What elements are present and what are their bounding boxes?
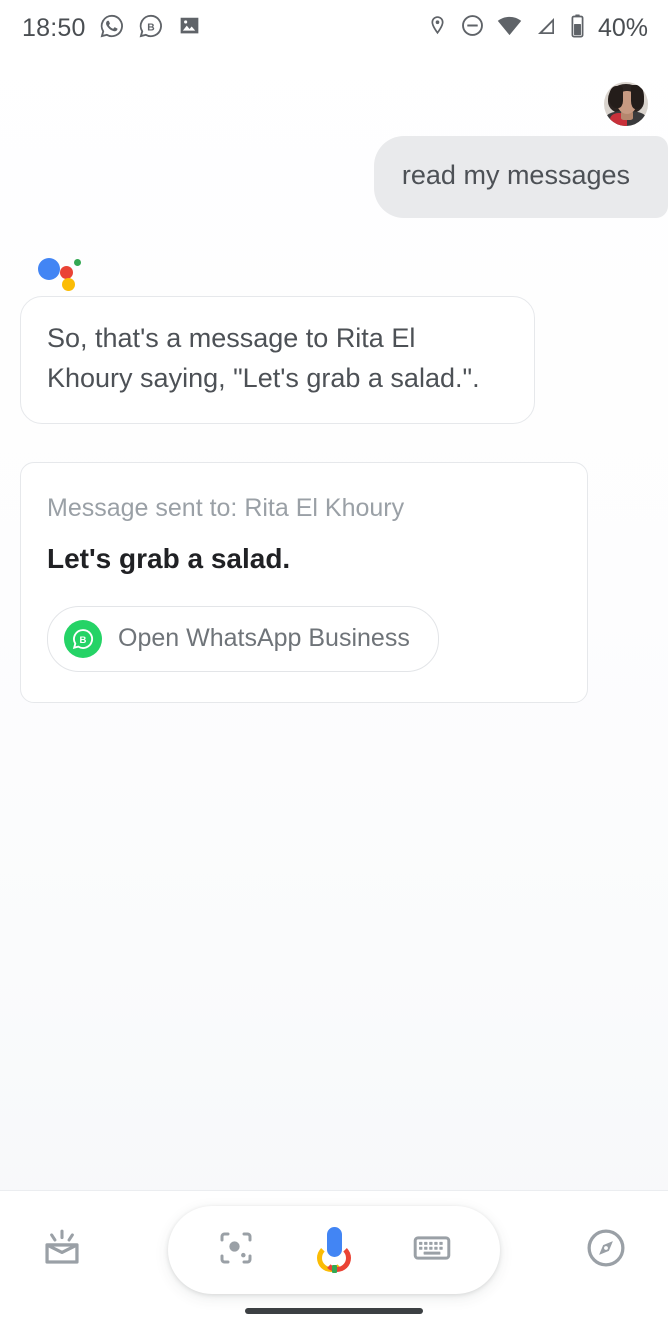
google-mic-icon: [317, 1227, 351, 1273]
open-whatsapp-business-label: Open WhatsApp Business: [118, 624, 410, 653]
whatsapp-business-icon: B: [138, 13, 164, 44]
whatsapp-icon: [99, 13, 125, 44]
whatsapp-business-icon: B: [64, 619, 102, 658]
avatar[interactable]: [604, 82, 648, 126]
user-message-row: read my messages: [20, 136, 668, 218]
svg-text:B: B: [147, 22, 154, 33]
bottom-bar-inner: [30, 1191, 638, 1309]
bottom-bar: [0, 1190, 668, 1336]
assistant-dot-blue: [38, 257, 60, 280]
wifi-icon: [496, 12, 523, 44]
avatar-hair-right: [631, 85, 644, 109]
battery-icon: [569, 13, 586, 44]
snapshot-button[interactable]: [30, 1218, 94, 1282]
assistant-screen: 18:50 B 40% read my messages So, that's …: [0, 0, 668, 1336]
mic-stem-green: [332, 1265, 337, 1273]
google-lens-icon: [216, 1228, 256, 1273]
explore-compass-icon: [583, 1225, 629, 1276]
status-bar: 18:50 B 40%: [0, 0, 668, 56]
user-message-bubble: read my messages: [373, 136, 668, 218]
status-bar-clock: 18:50: [22, 13, 86, 42]
location-pin-icon: [426, 14, 449, 42]
status-bar-left: 18:50 B: [22, 13, 202, 44]
google-assistant-logo-icon: [38, 252, 82, 291]
avatar-hair-left: [609, 86, 623, 108]
user-avatar-row: [20, 56, 648, 126]
message-recipient-label: Message sent to: Rita El Khoury: [47, 493, 405, 522]
assistant-dot-yellow: [62, 277, 75, 291]
assistant-input-pill: [168, 1206, 500, 1294]
keyboard-button[interactable]: [406, 1224, 458, 1276]
keyboard-icon: [411, 1227, 453, 1274]
home-indicator[interactable]: [245, 1308, 423, 1314]
message-body-text: Let's grab a salad.: [47, 542, 291, 574]
mic-arc-red: [323, 1244, 351, 1272]
voice-mic-button[interactable]: [308, 1224, 360, 1276]
status-bar-right: 40%: [426, 12, 648, 44]
do-not-disturb-icon: [460, 13, 485, 43]
google-lens-button[interactable]: [210, 1224, 262, 1276]
assistant-message-bubble: So, that's a message to Rita El Khoury s…: [20, 295, 535, 424]
assistant-message-row: So, that's a message to Rita El Khoury s…: [20, 295, 648, 424]
svg-text:B: B: [80, 635, 87, 646]
cellular-signal-icon: [534, 14, 558, 43]
battery-percent-label: 40%: [597, 13, 648, 42]
message-result-card: Message sent to: Rita El Khoury Let's gr…: [20, 461, 588, 703]
explore-button[interactable]: [574, 1218, 638, 1282]
conversation-area: read my messages So, that's a message to…: [0, 56, 668, 1190]
open-whatsapp-business-button[interactable]: B Open WhatsApp Business: [47, 605, 439, 672]
snapshot-icon: [39, 1225, 85, 1276]
assistant-dot-green: [74, 258, 81, 266]
screenshot-image-icon: [177, 13, 202, 43]
assistant-dot-red: [60, 265, 73, 279]
